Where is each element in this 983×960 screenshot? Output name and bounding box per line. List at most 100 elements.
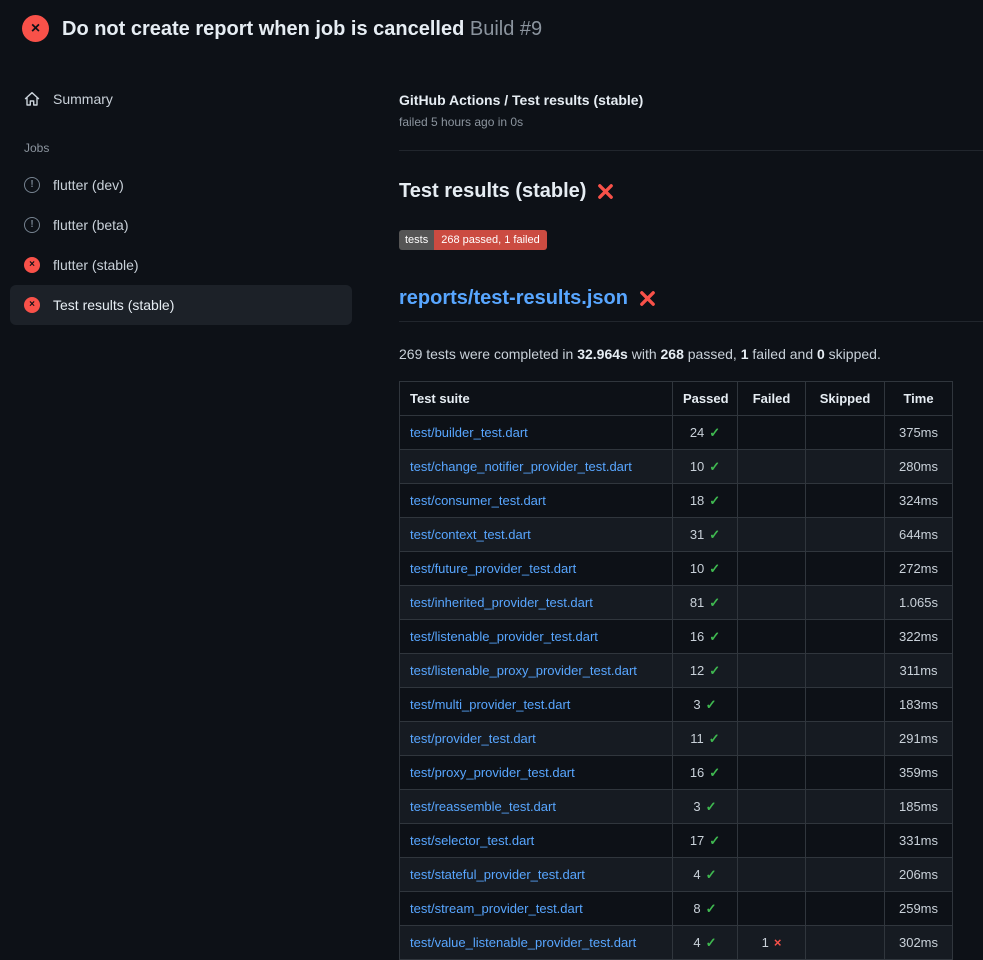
test-suite-link[interactable]: test/value_listenable_provider_test.dart — [410, 935, 636, 950]
test-suite-link[interactable]: test/future_provider_test.dart — [410, 561, 576, 576]
page-title: Do not create report when job is cancell… — [62, 17, 542, 41]
summary-line: 269 tests were completed in 32.964s with… — [399, 346, 983, 362]
time-value: 259ms — [885, 892, 953, 926]
test-suite-link[interactable]: test/multi_provider_test.dart — [410, 697, 570, 712]
table-row: test/multi_provider_test.dart3✓183ms — [400, 688, 953, 722]
column-header-failed: Failed — [738, 382, 806, 416]
skipped-count — [806, 858, 885, 892]
time-value: 302ms — [885, 926, 953, 960]
check-icon: ✓ — [706, 935, 717, 950]
sidebar-item-flutter-beta[interactable]: ! flutter (beta) — [10, 205, 352, 245]
test-suite-link[interactable]: test/proxy_provider_test.dart — [410, 765, 575, 780]
report-title-link[interactable]: reports/test-results.json — [399, 287, 983, 322]
summary-text: failed and — [749, 346, 818, 362]
test-suite-link[interactable]: test/reassemble_test.dart — [410, 799, 556, 814]
table-row: test/listenable_proxy_provider_test.dart… — [400, 654, 953, 688]
skipped-count — [806, 416, 885, 450]
check-icon: ✓ — [709, 493, 720, 508]
check-icon: ✓ — [709, 629, 720, 644]
badge-label: tests — [399, 230, 434, 250]
check-icon: ✓ — [709, 765, 720, 780]
passed-count: 10 — [690, 561, 704, 576]
x-circle-icon: × — [24, 297, 40, 313]
test-suite-link[interactable]: test/provider_test.dart — [410, 731, 536, 746]
results-table-body: test/builder_test.dart24✓375mstest/chang… — [400, 416, 953, 960]
test-suite-link[interactable]: test/stream_provider_test.dart — [410, 901, 583, 916]
table-row: test/inherited_provider_test.dart81✓1.06… — [400, 586, 953, 620]
sidebar-item-flutter-dev[interactable]: ! flutter (dev) — [10, 165, 352, 205]
skipped-count — [806, 790, 885, 824]
sidebar-item-summary[interactable]: Summary — [10, 79, 352, 119]
table-header-row: Test suite Passed Failed Skipped Time — [400, 382, 953, 416]
time-value: 311ms — [885, 654, 953, 688]
x-icon: × — [774, 935, 782, 950]
passed-count: 3 — [693, 799, 700, 814]
time-value: 331ms — [885, 824, 953, 858]
column-header-skipped: Skipped — [806, 382, 885, 416]
sidebar-item-flutter-stable[interactable]: × flutter (stable) — [10, 245, 352, 285]
check-output: GitHub Actions / Test results (stable) f… — [399, 55, 983, 960]
check-icon: ✓ — [709, 425, 720, 440]
test-suite-link[interactable]: test/selector_test.dart — [410, 833, 534, 848]
test-suite-link[interactable]: test/stateful_provider_test.dart — [410, 867, 585, 882]
sidebar-summary-label: Summary — [53, 89, 113, 109]
section-title: Test results (stable) — [399, 180, 983, 203]
skipped-count — [806, 756, 885, 790]
test-suite-link[interactable]: test/listenable_provider_test.dart — [410, 629, 598, 644]
table-row: test/builder_test.dart24✓375ms — [400, 416, 953, 450]
cancelled-status-icon: ! — [24, 217, 40, 233]
column-header-passed: Passed — [673, 382, 738, 416]
test-suite-link[interactable]: test/builder_test.dart — [410, 425, 528, 440]
passed-count: 8 — [693, 901, 700, 916]
skipped-count — [806, 892, 885, 926]
test-suite-link[interactable]: test/change_notifier_provider_test.dart — [410, 459, 632, 474]
time-value: 280ms — [885, 450, 953, 484]
sidebar-item-test-results-stable[interactable]: × Test results (stable) — [10, 285, 352, 325]
breadcrumb: GitHub Actions / Test results (stable) — [399, 92, 983, 108]
check-icon: ✓ — [709, 459, 720, 474]
test-suite-link[interactable]: test/context_test.dart — [410, 527, 531, 542]
check-run-header: × Do not create report when job is cance… — [0, 0, 983, 55]
job-label: flutter (dev) — [53, 175, 124, 195]
check-icon: ✓ — [709, 731, 720, 746]
table-row: test/context_test.dart31✓644ms — [400, 518, 953, 552]
check-icon: ✓ — [706, 867, 717, 882]
skipped-count — [806, 620, 885, 654]
tests-badge: tests 268 passed, 1 failed — [399, 230, 547, 250]
passed-count: 31 — [690, 527, 704, 542]
summary-passed-count: 268 — [661, 346, 684, 362]
time-value: 272ms — [885, 552, 953, 586]
table-row: test/consumer_test.dart18✓324ms — [400, 484, 953, 518]
check-icon: ✓ — [706, 901, 717, 916]
cancelled-status-icon: ! — [24, 177, 40, 193]
check-icon: ✓ — [706, 799, 717, 814]
test-suite-link[interactable]: test/consumer_test.dart — [410, 493, 546, 508]
skipped-count — [806, 484, 885, 518]
summary-text: skipped. — [825, 346, 881, 362]
build-number: Build #9 — [470, 18, 542, 40]
time-value: 1.065s — [885, 586, 953, 620]
time-value: 375ms — [885, 416, 953, 450]
badge-value: 268 passed, 1 failed — [434, 230, 546, 250]
skipped-count — [806, 654, 885, 688]
passed-count: 3 — [693, 697, 700, 712]
time-value: 183ms — [885, 688, 953, 722]
passed-count: 16 — [690, 765, 704, 780]
passed-count: 10 — [690, 459, 704, 474]
time-value: 324ms — [885, 484, 953, 518]
summary-duration: 32.964s — [577, 346, 628, 362]
section-title-text: Test results (stable) — [399, 180, 586, 203]
job-label: flutter (beta) — [53, 215, 128, 235]
passed-count: 11 — [690, 731, 704, 746]
test-suite-link[interactable]: test/inherited_provider_test.dart — [410, 595, 593, 610]
header-divider — [399, 150, 983, 151]
test-suite-link[interactable]: test/listenable_proxy_provider_test.dart — [410, 663, 637, 678]
job-label: Test results (stable) — [53, 295, 174, 315]
failed-x-icon — [638, 289, 657, 308]
summary-text: passed, — [684, 346, 741, 362]
check-icon: ✓ — [709, 663, 720, 678]
passed-count: 12 — [690, 663, 704, 678]
table-row: test/future_provider_test.dart10✓272ms — [400, 552, 953, 586]
jobs-section-label: Jobs — [10, 141, 352, 155]
check-icon: ✓ — [709, 595, 720, 610]
